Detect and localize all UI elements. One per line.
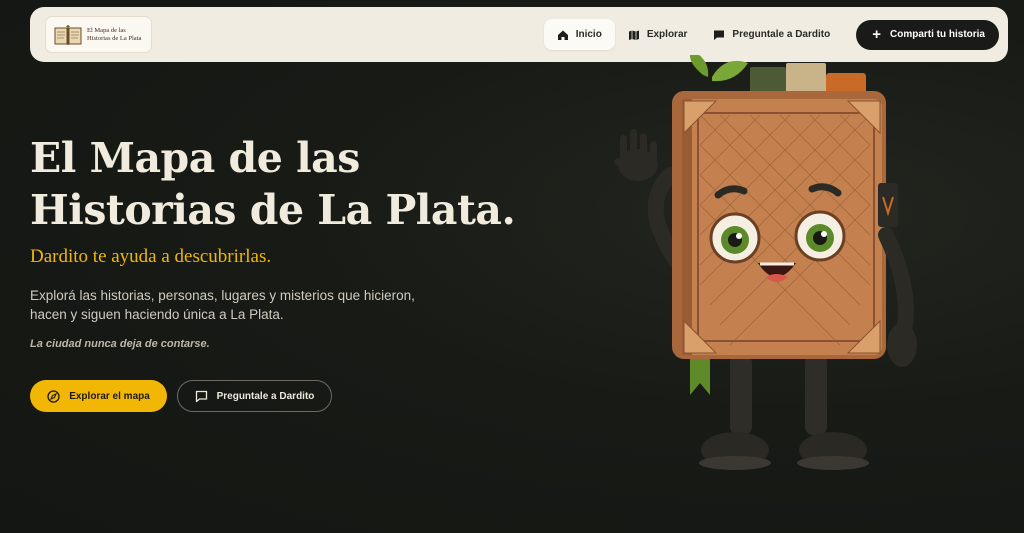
nav-link-label: Inicio bbox=[575, 29, 602, 40]
hero-title-line-2: Historias de La Plata. bbox=[30, 186, 516, 234]
compass-icon bbox=[47, 389, 60, 403]
chat-bubble-icon bbox=[195, 390, 207, 402]
top-navbar: El Mapa de las Historias de La Plata Ini… bbox=[30, 7, 1008, 62]
share-story-label: Comparti tu historia bbox=[889, 29, 985, 40]
hero-title-line-1: El Mapa de las bbox=[30, 134, 360, 182]
ask-dardito-label: Preguntale a Dardito bbox=[216, 390, 315, 402]
map-icon bbox=[628, 30, 639, 40]
plus-icon: + bbox=[872, 26, 881, 43]
nav-link-inicio[interactable]: Inicio bbox=[543, 19, 615, 50]
nav-links: Inicio Explorar Preguntale a Dardito + C… bbox=[543, 19, 999, 50]
nav-link-preguntale[interactable]: Preguntale a Dardito bbox=[700, 19, 843, 50]
book-mascot-illustration bbox=[614, 55, 917, 470]
explore-map-label: Explorar el mapa bbox=[69, 390, 150, 402]
share-story-button[interactable]: + Comparti tu historia bbox=[856, 19, 999, 50]
logo-line-2: Historias de La Plata bbox=[87, 34, 142, 42]
open-book-logo-icon bbox=[54, 24, 82, 45]
ask-dardito-button[interactable]: Preguntale a Dardito bbox=[177, 380, 332, 412]
chat-icon bbox=[714, 30, 725, 40]
hero-description: Explorá las historias, personas, lugares… bbox=[30, 288, 415, 322]
nav-link-explorar[interactable]: Explorar bbox=[615, 19, 701, 50]
explore-map-button[interactable]: Explorar el mapa bbox=[30, 380, 167, 412]
hero-subtitle: Dardito te ayuda a descubrirlas. bbox=[30, 246, 272, 267]
site-logo[interactable]: El Mapa de las Historias de La Plata bbox=[46, 17, 151, 52]
hero-title: El Mapa de las Historias de La Plata. bbox=[30, 132, 550, 236]
nav-link-label: Preguntale a Dardito bbox=[732, 29, 831, 40]
nav-link-label: Explorar bbox=[646, 29, 688, 40]
logo-line-1: El Mapa de las bbox=[87, 26, 126, 34]
home-icon bbox=[557, 30, 568, 40]
hero-tagline: La ciudad nunca deja de contarse. bbox=[30, 338, 210, 350]
